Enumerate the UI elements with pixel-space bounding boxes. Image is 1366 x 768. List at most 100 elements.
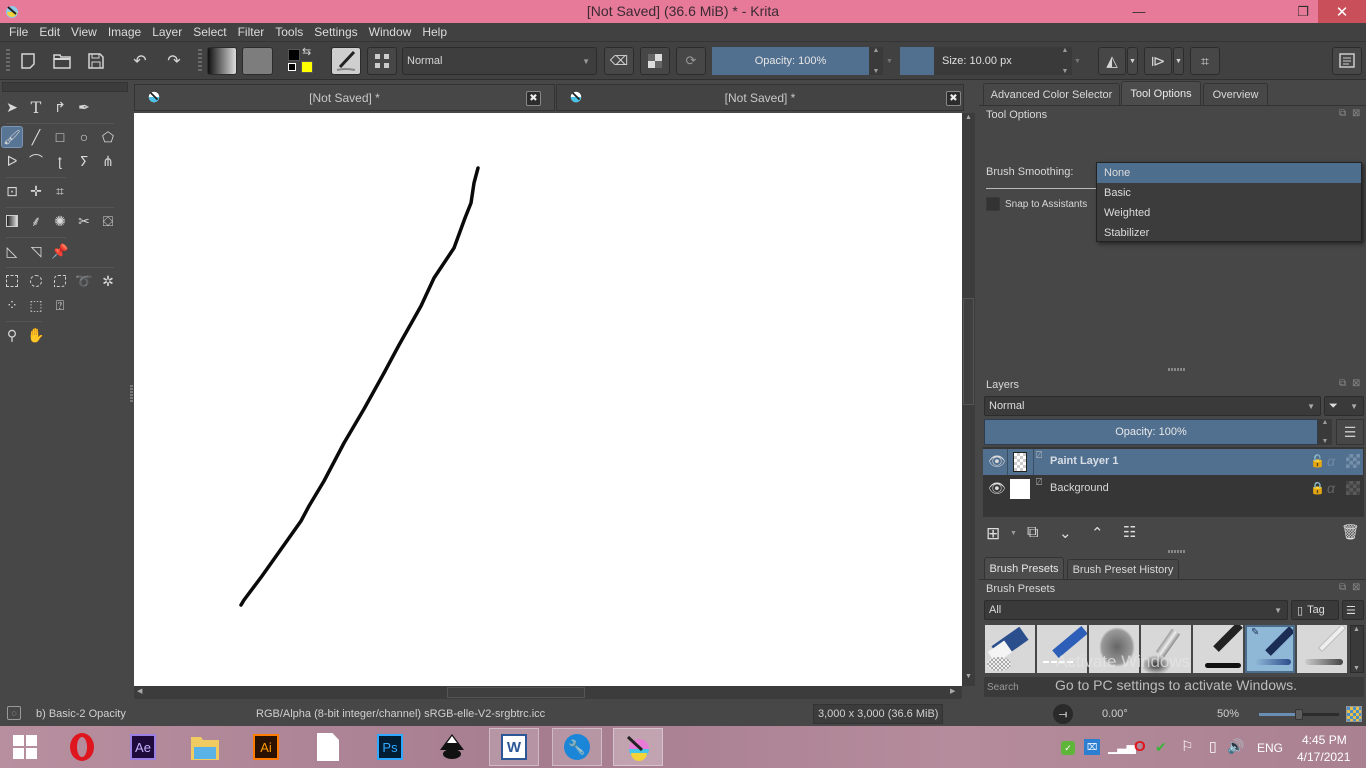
colorize-mask-tool[interactable]: ✺ <box>49 210 71 232</box>
preset-filter-dropdown[interactable]: All ▼ <box>984 600 1288 620</box>
scroll-right-arrow[interactable]: ▶ <box>950 687 958 698</box>
layer-opacity-slider[interactable]: Opacity: 100% <box>984 419 1318 445</box>
contiguous-selection-tool[interactable]: ✲ <box>97 270 119 292</box>
menu-layer[interactable]: Layer <box>147 25 188 39</box>
brush-preset-button[interactable] <box>331 47 361 75</box>
toolbar-grip[interactable] <box>198 49 202 73</box>
gradient-tool[interactable] <box>1 210 23 232</box>
move-layer-up-button[interactable]: ⌃ <box>1091 524 1104 542</box>
taskbar-krita[interactable] <box>613 728 663 766</box>
horizontal-scrollbar[interactable]: ◀ ▶ <box>134 686 962 699</box>
preset-view-options-button[interactable]: ☰ <box>1342 600 1364 620</box>
select-shapes-tool[interactable]: ➤ <box>1 96 23 118</box>
close-window-button[interactable]: ✕ <box>1318 0 1366 23</box>
minimize-button[interactable]: — <box>1120 0 1158 23</box>
save-button[interactable] <box>84 47 108 75</box>
undo-button[interactable]: ↶ <box>128 47 152 75</box>
foreground-color-swatch[interactable] <box>288 49 300 61</box>
layer-row-paint-layer-1[interactable]: 👁 ⍁ Paint Layer 1 🔓 α <box>983 449 1363 475</box>
taskbar-photoshop[interactable]: Ps <box>365 728 415 766</box>
vertical-scrollbar[interactable]: ▲ ▼ <box>962 113 975 686</box>
new-document-button[interactable] <box>16 47 40 75</box>
battery-icon[interactable]: ▯ <box>1209 738 1217 755</box>
color-picker-tool[interactable]: ⸙ <box>25 210 47 232</box>
document-tab-2[interactable]: [Not Saved] * ✖ <box>556 84 964 111</box>
taskbar-word[interactable]: W <box>489 728 539 766</box>
menu-image[interactable]: Image <box>103 25 147 39</box>
layer-name[interactable]: Paint Layer 1 <box>1050 455 1118 467</box>
magnetic-selection-tool[interactable]: ⍰ <box>49 294 71 316</box>
taskbar-settings[interactable]: 🔧 <box>552 728 602 766</box>
layer-name[interactable]: Background <box>1050 482 1109 494</box>
size-slider[interactable]: Size: 10.00 px <box>934 47 1058 75</box>
crop-tool[interactable]: ⌗ <box>49 180 71 202</box>
duplicate-layer-button[interactable]: ⧉ <box>1027 524 1038 542</box>
float-docker-icon[interactable]: ⧉ <box>1339 378 1346 389</box>
menu-view[interactable]: View <box>66 25 103 39</box>
wrap-around-button[interactable]: ⌗ <box>1190 47 1220 75</box>
tab-advanced-color-selector[interactable]: Advanced Color Selector <box>983 83 1120 105</box>
taskbar-opera[interactable] <box>57 728 107 766</box>
zoom-slider[interactable] <box>1259 709 1339 720</box>
polygonal-selection-tool[interactable] <box>49 270 71 292</box>
bezier-curve-tool[interactable]: ⌒ <box>25 150 47 172</box>
opacity-slider[interactable]: Opacity: 100% <box>712 47 869 75</box>
size-spinner[interactable]: ▲ ▼ <box>1058 47 1072 75</box>
opacity-spinner[interactable]: ▲ ▼ <box>869 47 883 75</box>
tray-app-icon[interactable]: ⌧ <box>1084 739 1100 755</box>
text-tool[interactable]: T <box>25 96 47 118</box>
rectangular-selection-tool[interactable] <box>1 270 23 292</box>
document-tab-1[interactable]: [Not Saved] * ✖ <box>134 84 555 111</box>
toolbox-splitter[interactable] <box>130 385 133 403</box>
tray-security-icon[interactable]: ✓ <box>1061 741 1075 755</box>
mirror-vertical-button[interactable]: ⧐ <box>1144 47 1172 75</box>
tray-opera-icon[interactable]: O <box>1134 738 1146 755</box>
calligraphy-tool[interactable]: ✒ <box>73 96 95 118</box>
smoothing-option-basic[interactable]: Basic <box>1097 183 1361 203</box>
inherit-alpha-icon[interactable] <box>1346 454 1360 468</box>
measure-tool[interactable]: ◹ <box>25 240 47 262</box>
smoothing-option-none[interactable]: None <box>1097 163 1361 183</box>
scroll-left-arrow[interactable]: ◀ <box>137 687 145 698</box>
brush-preset-basic-pen-selected[interactable]: ✎ <box>1245 625 1295 673</box>
open-document-button[interactable] <box>50 47 74 75</box>
bezier-selection-tool[interactable]: ⬚ <box>25 294 47 316</box>
eraser-mode-button[interactable]: ⌫ <box>604 47 634 75</box>
swap-colors-icon[interactable]: ⇆ <box>302 45 311 58</box>
inherit-alpha-icon[interactable] <box>1346 481 1360 495</box>
clock-time[interactable]: 4:45 PM <box>1302 733 1347 747</box>
freehand-path-tool[interactable]: ʈ <box>49 150 71 172</box>
taskbar-after-effects[interactable]: Ae <box>118 728 168 766</box>
polygon-tool[interactable]: ⬠ <box>97 126 119 148</box>
layer-row-background[interactable]: 👁 ⍁ Background 🔒 α <box>983 476 1363 502</box>
opacity-menu-arrow[interactable]: ▼ <box>886 58 893 65</box>
close-docker-icon[interactable]: ⊠ <box>1352 582 1360 593</box>
rotation-dial-icon[interactable]: ⟞ <box>1053 704 1073 724</box>
tab-overview[interactable]: Overview <box>1203 83 1268 105</box>
brush-preset-eraser[interactable] <box>985 625 1035 673</box>
smart-patch-tool[interactable]: ✂ <box>73 210 95 232</box>
clock-date[interactable]: 4/17/2021 <box>1297 750 1350 764</box>
unlocked-icon[interactable]: 🔓 <box>1310 454 1325 468</box>
ellipse-tool[interactable]: ○ <box>73 126 95 148</box>
canvas-only-mode-icon[interactable] <box>1346 706 1362 722</box>
brush-preset-black-pencil[interactable] <box>1193 625 1243 673</box>
brush-preset-fine-pencil[interactable] <box>1297 625 1347 673</box>
action-center-flag-icon[interactable]: ⚐ <box>1181 738 1194 755</box>
freehand-selection-tool[interactable]: ➰ <box>73 270 95 292</box>
rotation-value[interactable]: 0.00° <box>1102 708 1128 720</box>
elliptical-selection-tool[interactable] <box>25 270 47 292</box>
freehand-brush-tool[interactable]: 🖌 <box>1 126 23 148</box>
tab-tool-options[interactable]: Tool Options <box>1121 81 1201 105</box>
move-layer-down-button[interactable]: ⌄ <box>1059 524 1072 542</box>
toolbar-grip[interactable] <box>6 49 10 73</box>
reset-colors-icon[interactable] <box>288 63 296 71</box>
menu-window[interactable]: Window <box>364 25 418 39</box>
canvas[interactable] <box>134 113 962 686</box>
mirror-horizontal-menu[interactable]: ▼ <box>1127 47 1138 75</box>
alpha-lock-icon[interactable]: α <box>1327 453 1335 469</box>
blend-mode-dropdown[interactable]: Normal ▼ <box>402 47 597 75</box>
scroll-up-arrow[interactable]: ▲ <box>963 114 974 125</box>
edit-shapes-tool[interactable]: ↱ <box>49 96 71 118</box>
alpha-lock-icon[interactable]: α <box>1327 480 1335 496</box>
